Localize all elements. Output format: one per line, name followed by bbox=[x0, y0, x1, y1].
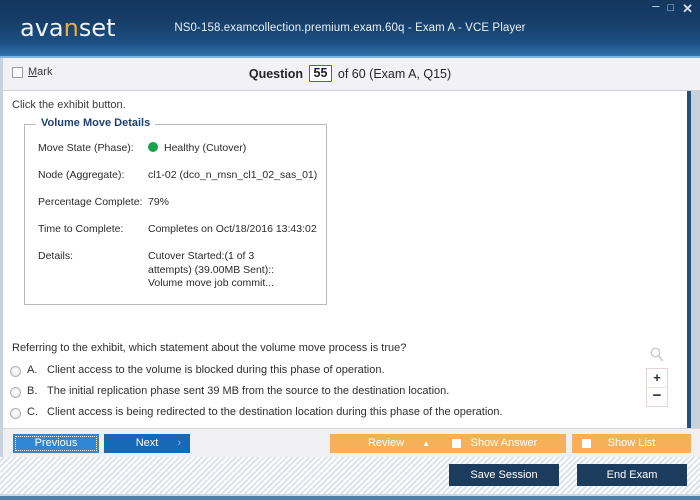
checkbox-icon[interactable] bbox=[452, 439, 461, 448]
search-icon[interactable] bbox=[648, 346, 666, 364]
content-right-gutter bbox=[691, 91, 700, 428]
maximize-icon[interactable]: □ bbox=[666, 3, 675, 14]
answer-options-list: A. Client access to the volume is blocke… bbox=[10, 364, 650, 428]
save-session-button[interactable]: Save Session bbox=[449, 464, 559, 486]
detail-row: Time to Complete: Completes on Oct/18/20… bbox=[24, 223, 327, 236]
detail-row: Percentage Complete: 79% bbox=[24, 196, 327, 209]
detail-value: Cutover Started:(1 of 3 attempts) (39.00… bbox=[148, 250, 275, 289]
detail-row: Details: Cutover Started:(1 of 3 attempt… bbox=[24, 250, 327, 291]
close-icon[interactable]: ✕ bbox=[681, 2, 694, 15]
option-letter: A. bbox=[27, 364, 38, 376]
question-total-text: of 60 (Exam A, Q15) bbox=[337, 67, 452, 81]
detail-value: 79% bbox=[148, 196, 170, 208]
detail-row: Move State (Phase): Healthy (Cutover) bbox=[24, 142, 327, 155]
show-answer-label: Show Answer bbox=[470, 437, 538, 449]
content-right-border bbox=[687, 91, 691, 428]
zoom-out-button[interactable]: − bbox=[647, 387, 667, 406]
chevron-right-icon: › bbox=[177, 437, 181, 449]
question-content-pane: Click the exhibit button. Volume Move De… bbox=[0, 91, 700, 428]
caret-up-icon: ▲ bbox=[422, 439, 430, 448]
question-prompt: Referring to the exhibit, which statemen… bbox=[12, 342, 407, 354]
detail-label: Time to Complete: bbox=[38, 223, 124, 235]
next-button-label: Next bbox=[135, 437, 159, 449]
detail-label: Move State (Phase): bbox=[38, 142, 134, 154]
checkbox-icon[interactable] bbox=[582, 439, 591, 448]
detail-label: Details: bbox=[38, 250, 74, 262]
radio-button-b[interactable] bbox=[10, 387, 21, 398]
minimize-icon[interactable]: – bbox=[651, 0, 660, 12]
option-letter: B. bbox=[27, 385, 38, 397]
option-text: Client access to the volume is blocked d… bbox=[47, 364, 385, 376]
window-left-edge bbox=[0, 58, 3, 457]
status-dot-icon bbox=[148, 142, 158, 152]
detail-label: Node (Aggregate): bbox=[38, 169, 125, 181]
footer-accent-line bbox=[0, 496, 700, 500]
previous-button[interactable]: Previous bbox=[13, 434, 99, 453]
question-header-bar: Mark Question 55 of 60 (Exam A, Q15) bbox=[0, 58, 700, 91]
title-bar: avanset NS0-158.examcollection.premium.e… bbox=[0, 0, 700, 58]
show-list-label: Show List bbox=[607, 437, 656, 449]
volume-move-details-rows: Move State (Phase): Healthy (Cutover) No… bbox=[24, 124, 327, 291]
detail-value: Healthy (Cutover) bbox=[148, 142, 327, 155]
option-text: Client access is being redirected to the… bbox=[47, 406, 503, 418]
vce-player-window: avanset NS0-158.examcollection.premium.e… bbox=[0, 0, 700, 500]
show-answer-button[interactable]: Show Answer bbox=[442, 434, 566, 453]
answer-option-b[interactable]: B. The initial replication phase sent 39… bbox=[10, 385, 650, 406]
detail-row: Node (Aggregate): cl1-02 (dco_n_msn_cl1_… bbox=[24, 169, 327, 182]
radio-button-c[interactable] bbox=[10, 408, 21, 419]
detail-value-text: Healthy (Cutover) bbox=[164, 142, 247, 154]
review-button-label: Review bbox=[367, 437, 405, 449]
exhibit-note: Click the exhibit button. bbox=[12, 99, 126, 111]
radio-button-a[interactable] bbox=[10, 366, 21, 377]
detail-label: Percentage Complete: bbox=[38, 196, 143, 208]
question-number-box[interactable]: 55 bbox=[308, 65, 333, 82]
option-text: The initial replication phase sent 39 MB… bbox=[47, 385, 450, 397]
navigation-bar: Previous Next › Review ▲ Show Answer Sho… bbox=[0, 428, 700, 457]
zoom-in-button[interactable]: + bbox=[647, 369, 667, 387]
answer-option-a[interactable]: A. Client access to the volume is blocke… bbox=[10, 364, 650, 385]
window-title: NS0-158.examcollection.premium.exam.60q … bbox=[174, 22, 526, 34]
window-controls: – □ ✕ bbox=[651, 0, 694, 15]
zoom-controls: + − bbox=[644, 346, 670, 407]
detail-value: Completes on Oct/18/2016 13:43:02 bbox=[148, 223, 317, 235]
detail-value: cl1-02 (dco_n_msn_cl1_02_sas_01) bbox=[148, 169, 318, 181]
footer-bar: Save Session End Exam bbox=[0, 457, 700, 500]
question-word: Question bbox=[248, 67, 304, 81]
show-list-button[interactable]: Show List bbox=[572, 434, 691, 453]
next-button[interactable]: Next › bbox=[104, 434, 190, 453]
review-button[interactable]: Review ▲ bbox=[330, 434, 442, 453]
zoom-button-group: + − bbox=[646, 368, 668, 407]
option-letter: C. bbox=[27, 406, 38, 418]
end-exam-button[interactable]: End Exam bbox=[577, 464, 687, 486]
question-counter: Question 55 of 60 (Exam A, Q15) bbox=[0, 65, 700, 82]
answer-option-c[interactable]: C. Client access is being redirected to … bbox=[10, 406, 650, 427]
